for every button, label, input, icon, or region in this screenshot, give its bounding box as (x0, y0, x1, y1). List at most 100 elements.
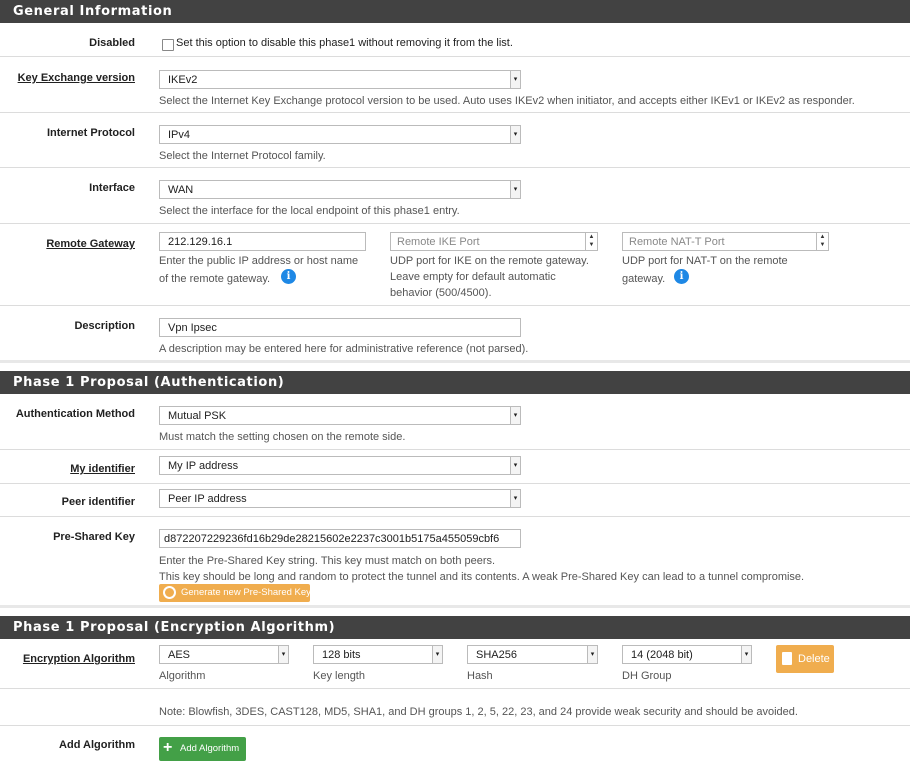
psk-value: d872207229236fd16b29de28215602e2237c3001… (164, 533, 500, 545)
auth-section-header: Phase 1 Proposal (Authentication) (0, 371, 910, 394)
delete-label: Delete (798, 653, 830, 665)
remote-gateway-help-1: Enter the public IP address or host name (159, 255, 359, 267)
remote-ike-help-1: UDP port for IKE on the remote gateway. (390, 255, 589, 267)
remote-gateway-value: 212.129.16.1 (168, 236, 233, 248)
dh-group-caption: DH Group (622, 670, 672, 682)
algorithm-select[interactable]: AES ▾ (159, 645, 289, 664)
hash-value: SHA256 (476, 649, 517, 661)
remote-gateway-input[interactable]: 212.129.16.1 (159, 232, 366, 251)
auth-method-row: Authentication Method Mutual PSK ▾ Must … (0, 394, 910, 450)
info-icon[interactable]: i (281, 269, 296, 284)
remote-gateway-row: Remote Gateway 212.129.16.1 Enter the pu… (0, 224, 910, 306)
key-length-select[interactable]: 128 bits ▾ (313, 645, 443, 664)
refresh-icon (163, 586, 176, 599)
encryption-algorithm-row: Encryption Algorithm AES ▾ Algorithm 128… (0, 639, 910, 689)
my-identifier-select[interactable]: My IP address ▾ (159, 456, 521, 475)
interface-select[interactable]: WAN ▾ (159, 180, 521, 199)
description-row: Description Vpn Ipsec A description may … (0, 306, 910, 360)
interface-help: Select the interface for the local endpo… (159, 205, 460, 217)
add-algorithm-label: Add Algorithm (59, 739, 135, 751)
delete-button[interactable]: Delete (776, 645, 834, 673)
encryption-note-row: Note: Blowfish, 3DES, CAST128, MD5, SHA1… (0, 689, 910, 726)
remote-ike-help-2: Leave empty for default automatic (390, 271, 556, 283)
disabled-text: Set this option to disable this phase1 w… (176, 37, 513, 49)
peer-identifier-label: Peer identifier (61, 496, 135, 508)
protocol-select[interactable]: IPv4 ▾ (159, 125, 521, 144)
psk-help-2: This key should be long and random to pr… (159, 571, 805, 583)
auth-section-title: Phase 1 Proposal (Authentication) (13, 375, 285, 390)
key-exchange-value: IKEv2 (168, 74, 198, 86)
psk-row: Pre-Shared Key d872207229236fd16b29de282… (0, 517, 910, 605)
interface-value: WAN (168, 184, 194, 196)
hash-caption: Hash (467, 670, 493, 682)
hash-select[interactable]: SHA256 ▾ (467, 645, 598, 664)
general-section-header: General Information (0, 0, 910, 23)
chevron-down-icon: ▾ (510, 457, 520, 474)
description-input[interactable]: Vpn Ipsec (159, 318, 521, 337)
protocol-help: Select the Internet Protocol family. (159, 150, 326, 162)
add-algorithm-button-label: Add Algorithm (180, 743, 240, 754)
auth-method-select[interactable]: Mutual PSK ▾ (159, 406, 521, 425)
chevron-down-icon: ▾ (510, 126, 520, 143)
peer-identifier-value: Peer IP address (168, 493, 247, 505)
encryption-section-title: Phase 1 Proposal (Encryption Algorithm) (13, 620, 336, 635)
chevron-down-icon: ▾ (587, 646, 597, 663)
disabled-label: Disabled (89, 37, 135, 49)
my-identifier-value: My IP address (168, 460, 239, 472)
my-identifier-label: My identifier (70, 463, 135, 475)
section-gap (0, 360, 910, 371)
protocol-value: IPv4 (168, 129, 191, 141)
plus-icon: + (163, 739, 173, 756)
description-label: Description (74, 320, 135, 332)
protocol-row: Internet Protocol IPv4 ▾ Select the Inte… (0, 113, 910, 168)
port-stepper-icon[interactable]: ▲ ▼ (585, 233, 597, 250)
chevron-down-icon: ▾ (510, 71, 520, 88)
port-stepper-icon[interactable]: ▲ ▼ (816, 233, 828, 250)
algorithm-value: AES (168, 649, 191, 661)
chevron-down-icon: ▾ (278, 646, 288, 663)
chevron-down-icon: ▾ (741, 646, 751, 663)
psk-input[interactable]: d872207229236fd16b29de28215602e2237c3001… (159, 529, 521, 548)
chevron-down-icon: ▾ (510, 181, 520, 198)
remote-natt-help-1: UDP port for NAT-T on the remote (622, 255, 788, 267)
add-algorithm-button[interactable]: + Add Algorithm (159, 737, 246, 761)
psk-label: Pre-Shared Key (53, 531, 135, 543)
auth-method-value: Mutual PSK (168, 410, 227, 422)
peer-identifier-row: Peer identifier Peer IP address ▾ (0, 484, 910, 517)
auth-method-help: Must match the setting chosen on the rem… (159, 431, 406, 443)
chevron-down-icon: ▾ (432, 646, 442, 663)
encryption-section-header: Phase 1 Proposal (Encryption Algorithm) (0, 616, 910, 639)
disabled-checkbox[interactable] (162, 39, 174, 51)
peer-identifier-select[interactable]: Peer IP address ▾ (159, 489, 521, 508)
remote-ike-help-3: behavior (500/4500). (390, 287, 492, 299)
remote-ike-port-input[interactable]: Remote IKE Port ▲ ▼ (390, 232, 598, 251)
psk-help-1: Enter the Pre-Shared Key string. This ke… (159, 555, 496, 567)
algorithm-caption: Algorithm (159, 670, 206, 682)
remote-natt-port-input[interactable]: Remote NAT-T Port ▲ ▼ (622, 232, 829, 251)
generate-psk-button[interactable]: Generate new Pre-Shared Key (159, 584, 311, 602)
key-exchange-select[interactable]: IKEv2 ▾ (159, 70, 521, 89)
key-length-caption: Key length (313, 670, 365, 682)
chevron-down-icon: ▾ (510, 490, 520, 507)
remote-gateway-label: Remote Gateway (46, 238, 135, 250)
key-exchange-help: Select the Internet Key Exchange protoco… (159, 95, 855, 107)
generate-psk-label: Generate new Pre-Shared Key (181, 587, 311, 598)
key-exchange-row: Key Exchange version IKEv2 ▾ Select the … (0, 57, 910, 113)
interface-row: Interface WAN ▾ Select the interface for… (0, 168, 910, 224)
remote-natt-port-placeholder: Remote NAT-T Port (629, 236, 725, 248)
info-icon[interactable]: i (674, 269, 689, 284)
interface-label: Interface (89, 182, 135, 194)
general-section-title: General Information (13, 4, 173, 19)
key-length-value: 128 bits (322, 649, 361, 661)
auth-method-label: Authentication Method (15, 408, 135, 420)
trash-icon (782, 652, 792, 665)
dh-group-select[interactable]: 14 (2048 bit) ▾ (622, 645, 752, 664)
encryption-note: Note: Blowfish, 3DES, CAST128, MD5, SHA1… (159, 706, 798, 718)
remote-natt-help-2: gateway. (622, 273, 666, 285)
dh-group-value: 14 (2048 bit) (631, 649, 693, 661)
chevron-down-icon: ▾ (510, 407, 520, 424)
description-value: Vpn Ipsec (168, 322, 217, 334)
key-exchange-label: Key Exchange version (17, 72, 135, 84)
description-help: A description may be entered here for ad… (159, 343, 529, 355)
disabled-row: Disabled Set this option to disable this… (0, 23, 910, 57)
